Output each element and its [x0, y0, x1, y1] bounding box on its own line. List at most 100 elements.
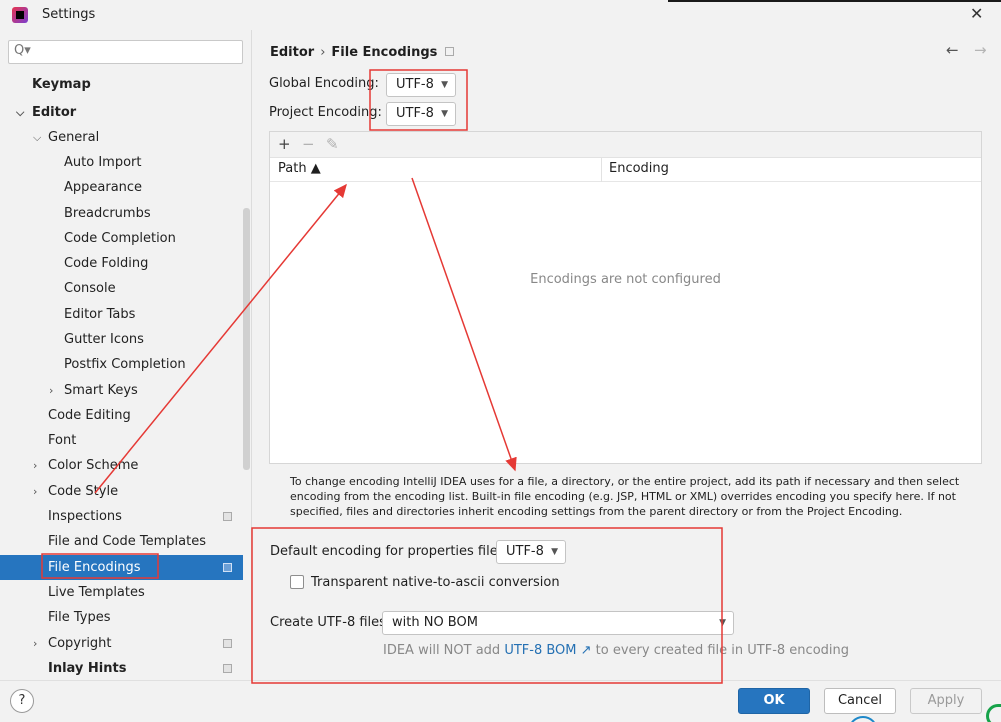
ok-button[interactable]: OK — [738, 688, 810, 714]
project-scope-icon — [223, 563, 232, 572]
remove-icon[interactable]: − — [302, 135, 315, 153]
create-utf8-select[interactable]: with NO BOM ▼ — [382, 611, 734, 635]
dialog-footer: ? OK Cancel Apply — [0, 680, 1001, 722]
sidebar-item-label: General — [48, 130, 100, 145]
sidebar-item-console[interactable]: Console — [0, 276, 243, 301]
sidebar-item-label: Code Folding — [64, 256, 149, 271]
sidebar-scrollbar[interactable] — [243, 208, 250, 470]
sidebar-item-font[interactable]: Font — [0, 428, 243, 453]
column-separator[interactable] — [601, 158, 602, 182]
sidebar-item-label: Code Style — [48, 484, 119, 499]
sidebar-item-file-encodings[interactable]: File Encodings — [0, 555, 243, 580]
sidebar-item-label: File Types — [48, 610, 111, 625]
breadcrumb-parent[interactable]: Editor — [270, 45, 314, 60]
sidebar-item-postfix-completion[interactable]: Postfix Completion — [0, 352, 243, 377]
file-encodings-panel: Editor › File Encodings ← → Global Encodin… — [252, 30, 1001, 680]
project-encoding-label: Project Encoding: — [269, 105, 382, 120]
chevron-right-icon[interactable]: › — [33, 453, 37, 478]
search-input[interactable]: Q▾ — [8, 40, 243, 64]
sidebar-item-code-style[interactable]: › Code Style — [0, 479, 243, 504]
project-encoding-value: UTF-8 — [396, 106, 434, 121]
encodings-table: + − ✎ Path ▲ Encoding Encodings are not … — [269, 131, 982, 464]
sidebar-item-label: Smart Keys — [64, 383, 138, 398]
create-utf8-label: Create UTF-8 files: — [270, 615, 391, 630]
chevron-right-icon[interactable]: › — [49, 378, 53, 403]
add-icon[interactable]: + — [278, 135, 291, 153]
sidebar-item-color-scheme[interactable]: › Color Scheme — [0, 453, 243, 478]
help-button[interactable]: ? — [10, 689, 34, 713]
sidebar-item-smart-keys[interactable]: › Smart Keys — [0, 378, 243, 403]
chevron-down-icon[interactable]: ⌵ — [33, 125, 41, 150]
edit-icon[interactable]: ✎ — [326, 135, 339, 153]
chevron-right-icon[interactable]: › — [33, 631, 37, 656]
project-encoding-select[interactable]: UTF-8 ▼ — [386, 102, 456, 126]
sidebar-item-file-types[interactable]: File Types — [0, 605, 243, 630]
cancel-button[interactable]: Cancel — [824, 688, 896, 714]
sidebar-item-label: Color Scheme — [48, 458, 139, 473]
column-header-path[interactable]: Path ▲ — [278, 161, 321, 176]
sidebar-item-code-completion[interactable]: Code Completion — [0, 226, 243, 251]
sidebar-item-gutter-icons[interactable]: Gutter Icons — [0, 327, 243, 352]
sidebar-item-live-templates[interactable]: Live Templates — [0, 580, 243, 605]
properties-encoding-value: UTF-8 — [506, 544, 544, 559]
sidebar-item-code-folding[interactable]: Code Folding — [0, 251, 243, 276]
empty-table-message: Encodings are not configured — [530, 272, 721, 287]
sidebar-item-label: Console — [64, 281, 116, 296]
sidebar-item-inlay-hints[interactable]: Inlay Hints — [0, 656, 243, 680]
dropdown-arrow-icon: ▼ — [441, 80, 448, 90]
intellij-logo-icon — [12, 7, 28, 23]
project-scope-icon — [223, 512, 232, 521]
sidebar-item-label: Code Editing — [48, 408, 131, 423]
create-utf8-value: with NO BOM — [392, 615, 478, 630]
global-encoding-label: Global Encoding: — [269, 76, 379, 91]
project-scope-icon — [445, 47, 455, 56]
close-icon[interactable]: ✕ — [970, 4, 983, 23]
sidebar-item-file-and-code-templates[interactable]: File and Code Templates — [0, 529, 243, 554]
title-bar: Settings ✕ — [0, 0, 1001, 30]
table-toolbar: + − ✎ — [270, 132, 981, 158]
sidebar-item-appearance[interactable]: Appearance — [0, 175, 243, 200]
sidebar-item-editor-tabs[interactable]: Editor Tabs — [0, 302, 243, 327]
chevron-down-icon[interactable]: ⌵ — [16, 100, 24, 125]
chevron-right-icon[interactable]: › — [33, 479, 37, 504]
transparent-conversion-checkbox[interactable] — [290, 575, 304, 589]
properties-encoding-select[interactable]: UTF-8 ▼ — [496, 540, 566, 564]
window-title: Settings — [42, 7, 96, 22]
sidebar-item-label: Editor — [32, 105, 77, 120]
sidebar-item-breadcrumbs[interactable]: Breadcrumbs — [0, 201, 243, 226]
sidebar-item-copyright[interactable]: › Copyright — [0, 631, 243, 656]
transparent-conversion-label[interactable]: Transparent native-to-ascii conversion — [311, 575, 560, 590]
global-encoding-select[interactable]: UTF-8 ▼ — [386, 73, 456, 97]
hint-prefix: IDEA will NOT add — [383, 643, 501, 658]
apply-button[interactable]: Apply — [910, 688, 982, 714]
sidebar-item-label: Breadcrumbs — [64, 206, 151, 221]
project-scope-icon — [223, 664, 232, 673]
sidebar-item-general[interactable]: ⌵ General — [0, 125, 243, 150]
project-scope-icon — [223, 639, 232, 648]
sidebar-item-label: Font — [48, 433, 77, 448]
breadcrumb: Editor › File Encodings — [270, 45, 455, 60]
back-arrow-icon[interactable]: ← — [946, 41, 959, 59]
sidebar-item-keymap[interactable]: Keymap — [0, 72, 243, 97]
sidebar-item-auto-import[interactable]: Auto Import — [0, 150, 243, 175]
title-bar-edge — [668, 0, 1001, 2]
sidebar-item-label: Auto Import — [64, 155, 142, 170]
sidebar-item-inspections[interactable]: Inspections — [0, 504, 243, 529]
sidebar-item-label: Copyright — [48, 636, 112, 651]
sidebar-item-editor[interactable]: ⌵ Editor — [0, 100, 243, 125]
sidebar-item-label: Postfix Completion — [64, 357, 186, 372]
hint-suffix: to every created file in UTF-8 encoding — [595, 643, 850, 658]
sidebar-item-code-editing[interactable]: Code Editing — [0, 403, 243, 428]
table-header: Path ▲ Encoding — [270, 158, 981, 182]
search-icon: Q▾ — [14, 43, 31, 58]
encoding-help-text: To change encoding IntelliJ IDEA uses fo… — [290, 475, 960, 518]
sidebar-item-label: Inlay Hints — [48, 661, 127, 676]
sidebar-item-label: Code Completion — [64, 231, 176, 246]
utf8-bom-link[interactable]: UTF-8 BOM ↗ — [504, 643, 591, 658]
column-header-encoding[interactable]: Encoding — [609, 161, 669, 176]
forward-arrow-icon[interactable]: → — [974, 41, 987, 59]
sidebar-item-label: Inspections — [48, 509, 122, 524]
settings-sidebar: Q▾ Keymap ⌵ Editor ⌵ General Auto Import A… — [0, 30, 251, 680]
sidebar-item-label: Gutter Icons — [64, 332, 144, 347]
dropdown-arrow-icon: ▼ — [719, 618, 726, 628]
